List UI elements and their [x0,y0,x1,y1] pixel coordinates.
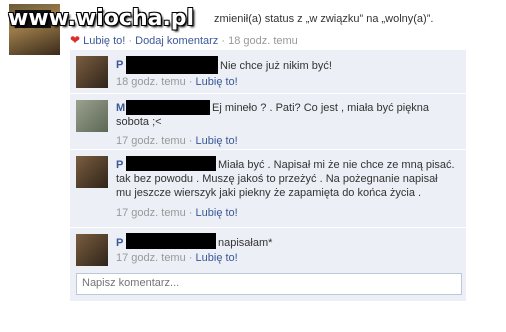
comment-text: mu jeszcze wierszyk jaki piekny że zapam… [116,187,422,199]
comment-text: tak bez powodu . Muszę jakoś to przeżyć … [116,173,438,185]
redaction-bar [126,56,218,74]
status-text: zmienił(a) status z „w związku” na „woln… [214,13,434,25]
add-comment-link[interactable]: Dodaj komentarz [135,35,218,47]
comment-text: napisałam* [218,237,273,249]
comment-text: Miała być . Napisał mi że nie chce ze mn… [218,159,455,171]
separator: · [221,35,226,47]
comment-meta: 17 godz. temu · Lubię to! [116,252,238,264]
redaction-bar [126,233,216,249]
comment-text: sobota ;< [116,116,162,128]
comment-item: P napisałam* 17 godz. temu · Lubię to! [70,227,466,268]
comment-timestamp: 17 godz. temu [116,252,186,264]
comment-meta: 18 godz. temu · Lubię to! [116,76,238,88]
commenter-avatar[interactable] [76,156,108,188]
separator: · [128,35,133,47]
comment-item: M Ej mineło ? . Pati? Co jest , miała by… [70,93,466,150]
watermark-logo: www.wiocha.pl [8,6,195,31]
comment-meta: 17 godz. temu · Lubię to! [116,135,238,147]
comment-input-box[interactable] [76,273,462,295]
heart-icon: ❤ [70,33,81,47]
redaction-bar [126,100,210,115]
comment-input[interactable] [77,274,461,292]
commenter-name[interactable]: P [116,59,123,71]
comment-item: P Nie chce już nikim być! 18 godz. temu … [70,49,466,94]
comment-meta: 17 godz. temu · Lubię to! [116,207,238,219]
like-button[interactable]: Lubię to! [83,35,125,47]
comment-like-button[interactable]: Lubię to! [196,252,238,264]
comment-like-button[interactable]: Lubię to! [196,207,238,219]
commenter-avatar[interactable] [76,234,108,266]
comments-list: P Nie chce już nikim być! 18 godz. temu … [70,49,466,301]
status-actions: ❤ Lubię to! · Dodaj komentarz · 18 godz.… [70,33,298,47]
comment-item: P Miała być . Napisał mi że nie chce ze … [70,149,466,228]
commenter-avatar[interactable] [76,56,108,88]
comment-timestamp: 17 godz. temu [116,135,186,147]
comment-text: Ej mineło ? . Pati? Co jest , miała być … [212,102,430,114]
commenter-name[interactable]: M [116,102,125,114]
comment-text: Nie chce już nikim być! [220,60,332,72]
commenter-name[interactable]: P [116,237,123,249]
status-timestamp: 18 godz. temu [228,35,298,47]
redaction-bar [126,156,216,171]
comment-timestamp: 17 godz. temu [116,207,186,219]
comment-timestamp: 18 godz. temu [116,76,186,88]
commenter-avatar[interactable] [76,100,108,132]
comment-like-button[interactable]: Lubię to! [196,135,238,147]
comment-like-button[interactable]: Lubię to! [196,76,238,88]
commenter-name[interactable]: P [116,159,123,171]
